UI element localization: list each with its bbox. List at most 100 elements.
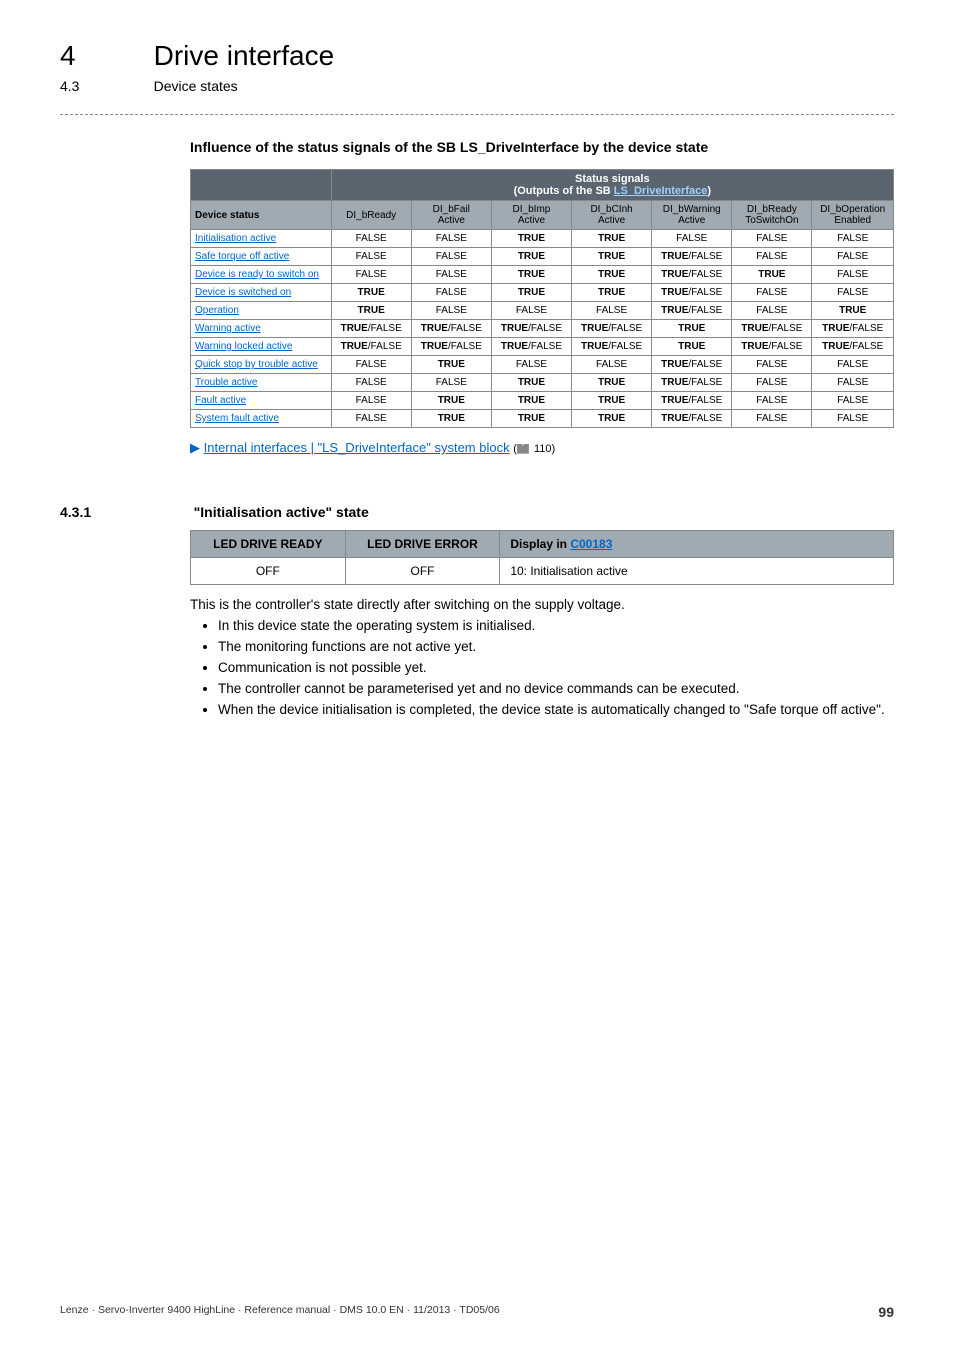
state-link[interactable]: Safe torque off active xyxy=(195,251,289,262)
state-link[interactable]: System fault active xyxy=(195,413,279,424)
table-cell: FALSE xyxy=(331,230,411,248)
table-row-label: Fault active xyxy=(191,392,332,410)
state-link[interactable]: Trouble active xyxy=(195,377,257,388)
table-cell: FALSE xyxy=(732,392,812,410)
book-icon xyxy=(517,444,529,454)
led-table-h3-link[interactable]: C00183 xyxy=(570,537,612,551)
table-cell: FALSE xyxy=(411,266,491,284)
table-cell: FALSE xyxy=(331,410,411,428)
xref-line: ▶ Internal interfaces | "LS_DriveInterfa… xyxy=(190,440,894,456)
page-header: 4 Drive interface 4.3 Device states xyxy=(60,40,894,94)
table-cell: TRUE/FALSE xyxy=(411,320,491,338)
table-cell: FALSE xyxy=(572,302,652,320)
separator xyxy=(60,114,894,115)
table-cell: FALSE xyxy=(812,356,894,374)
table-cell: TRUE/FALSE xyxy=(812,338,894,356)
table-cell: TRUE xyxy=(732,266,812,284)
status-col-header: DI_bWarningActive xyxy=(652,201,732,230)
table-cell: TRUE xyxy=(491,392,571,410)
table-cell: TRUE xyxy=(812,302,894,320)
table-cell: FALSE xyxy=(411,248,491,266)
table-row-label: Safe torque off active xyxy=(191,248,332,266)
status-col-header: DI_bCInhActive xyxy=(572,201,652,230)
xref-page-num: 110) xyxy=(531,443,555,455)
table-cell: TRUE xyxy=(572,374,652,392)
table-cell: TRUE xyxy=(572,410,652,428)
table-cell: FALSE xyxy=(732,284,812,302)
table-cell: FALSE xyxy=(812,284,894,302)
table-cell: TRUE xyxy=(411,410,491,428)
table-cell: TRUE xyxy=(491,374,571,392)
table-row-label: Device is ready to switch on xyxy=(191,266,332,284)
table-row-label: Initialisation active xyxy=(191,230,332,248)
table-cell: FALSE xyxy=(812,230,894,248)
led-table: LED DRIVE READY LED DRIVE ERROR Display … xyxy=(190,530,894,585)
table-cell: TRUE xyxy=(411,356,491,374)
table-cell: TRUE xyxy=(491,248,571,266)
xref-page-pre: ( xyxy=(513,443,517,455)
chapter-number: 4 xyxy=(60,40,150,72)
section-4-3-1: 4.3.1 "Initialisation active" state LED … xyxy=(60,504,894,717)
table-cell: TRUE xyxy=(491,266,571,284)
table-cell: TRUE xyxy=(331,284,411,302)
table-cell: TRUE xyxy=(572,248,652,266)
state-link[interactable]: Device is switched on xyxy=(195,287,291,298)
table-cell: FALSE xyxy=(411,284,491,302)
table-cell: TRUE xyxy=(572,266,652,284)
table-cell: TRUE/FALSE xyxy=(732,320,812,338)
table-cell: FALSE xyxy=(411,302,491,320)
table-cell: TRUE xyxy=(652,338,732,356)
table-cell: FALSE xyxy=(732,248,812,266)
section-influence: Influence of the status signals of the S… xyxy=(190,139,894,456)
table-cell: TRUE/FALSE xyxy=(652,302,732,320)
state-link[interactable]: Initialisation active xyxy=(195,233,276,244)
table-cell: FALSE xyxy=(491,302,571,320)
state-link[interactable]: Device is ready to switch on xyxy=(195,269,319,280)
status-col-header: DI_bFailActive xyxy=(411,201,491,230)
table-cell: TRUE xyxy=(491,410,571,428)
section-title: Device states xyxy=(154,78,238,94)
table-cell: FALSE xyxy=(812,392,894,410)
table-row-label: System fault active xyxy=(191,410,332,428)
led-table-h3-pre: Display in xyxy=(510,537,570,551)
table-cell: FALSE xyxy=(331,392,411,410)
list-item: Communication is not possible yet. xyxy=(218,660,894,675)
table-row-label: Operation xyxy=(191,302,332,320)
group-header-link[interactable]: LS_DriveInterface xyxy=(614,185,708,197)
table-cell: FALSE xyxy=(331,356,411,374)
table-cell: TRUE xyxy=(491,284,571,302)
table-cell: TRUE/FALSE xyxy=(331,338,411,356)
page-footer: Lenze · Servo-Inverter 9400 HighLine · R… xyxy=(60,1304,894,1320)
list-item: The controller cannot be parameterised y… xyxy=(218,681,894,696)
list-item: When the device initialisation is comple… xyxy=(218,702,894,717)
state-link[interactable]: Operation xyxy=(195,305,239,316)
led-table-r1c3: 10: Initialisation active xyxy=(500,558,894,585)
group-header-line2-pre: (Outputs of the SB xyxy=(514,185,614,197)
subsection-number: 4.3.1 xyxy=(60,504,190,520)
state-link[interactable]: Quick stop by trouble active xyxy=(195,359,318,370)
table-cell: FALSE xyxy=(812,374,894,392)
led-table-r1c2: OFF xyxy=(345,558,500,585)
table-row-label: Warning active xyxy=(191,320,332,338)
status-col-header: DI_bImpActive xyxy=(491,201,571,230)
xref-arrow: ▶ xyxy=(190,440,200,455)
table-row-label: Device is switched on xyxy=(191,284,332,302)
footer-text: Lenze · Servo-Inverter 9400 HighLine · R… xyxy=(60,1304,500,1316)
state-link[interactable]: Fault active xyxy=(195,395,246,406)
bullet-list: In this device state the operating syste… xyxy=(190,618,894,717)
status-col-header: DI_bOperationEnabled xyxy=(812,201,894,230)
table-cell: FALSE xyxy=(652,230,732,248)
footer-page: 99 xyxy=(878,1304,894,1320)
table-cell: FALSE xyxy=(732,230,812,248)
table-cell: FALSE xyxy=(572,356,652,374)
list-item: In this device state the operating syste… xyxy=(218,618,894,633)
table-cell: FALSE xyxy=(812,248,894,266)
table-cell: TRUE/FALSE xyxy=(491,320,571,338)
table-cell: TRUE xyxy=(331,302,411,320)
xref-link[interactable]: Internal interfaces | "LS_DriveInterface… xyxy=(204,440,510,455)
state-link[interactable]: Warning locked active xyxy=(195,341,292,352)
table-cell: TRUE/FALSE xyxy=(491,338,571,356)
state-link[interactable]: Warning active xyxy=(195,323,261,334)
table-cell: FALSE xyxy=(732,374,812,392)
group-header-line1: Status signals xyxy=(575,173,650,185)
